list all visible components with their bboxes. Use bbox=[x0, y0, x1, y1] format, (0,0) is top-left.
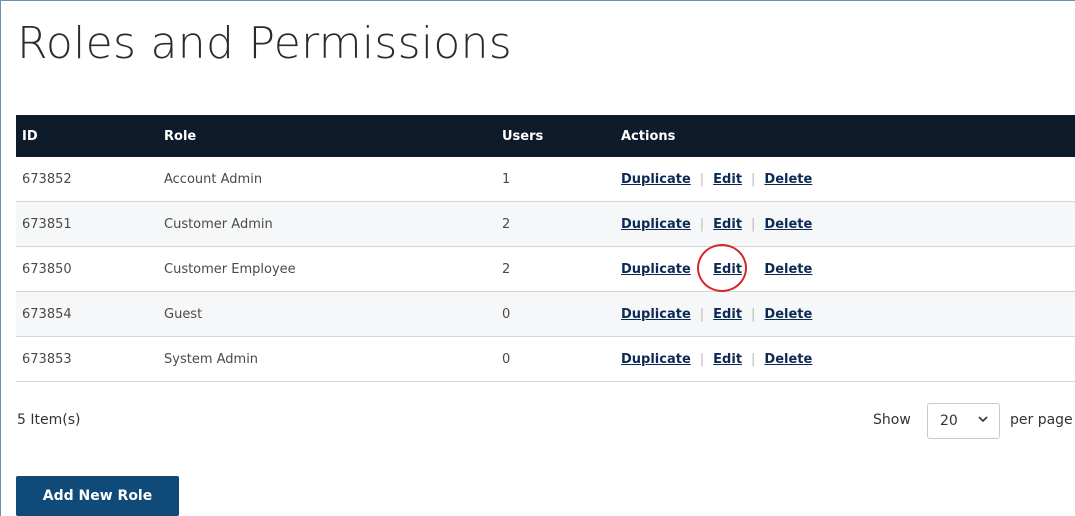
per-page-label: per page bbox=[1010, 412, 1073, 428]
row-id: 673854 bbox=[22, 306, 72, 322]
delete-link[interactable]: Delete bbox=[764, 262, 812, 277]
row-role: Customer Employee bbox=[164, 261, 296, 277]
header-id: ID bbox=[22, 128, 38, 144]
row-actions: Duplicate | Edit | Delete bbox=[621, 217, 812, 232]
row-role: Guest bbox=[164, 306, 203, 322]
edit-link[interactable]: Edit bbox=[713, 217, 742, 232]
delete-link[interactable]: Delete bbox=[764, 172, 812, 187]
header-role: Role bbox=[164, 128, 197, 144]
row-role: System Admin bbox=[164, 351, 259, 367]
row-id: 673851 bbox=[22, 216, 72, 232]
row-users: 0 bbox=[502, 351, 511, 367]
row-id: 673850 bbox=[22, 261, 72, 277]
table-row: 673850 Customer Employee 2 Duplicate | E… bbox=[16, 247, 1075, 292]
row-id: 673853 bbox=[22, 351, 72, 367]
delete-link[interactable]: Delete bbox=[764, 352, 812, 367]
row-id: 673852 bbox=[22, 171, 72, 187]
duplicate-link[interactable]: Duplicate bbox=[621, 262, 691, 277]
duplicate-link[interactable]: Duplicate bbox=[621, 217, 691, 232]
row-users: 0 bbox=[502, 306, 511, 322]
item-count: 5 Item(s) bbox=[17, 412, 81, 428]
edit-link[interactable]: Edit bbox=[713, 307, 742, 322]
edit-link[interactable]: Edit bbox=[713, 172, 742, 187]
action-separator: | bbox=[699, 216, 705, 232]
chevron-down-icon bbox=[978, 416, 988, 423]
per-page-select[interactable]: 20 bbox=[927, 403, 1000, 439]
duplicate-link[interactable]: Duplicate bbox=[621, 172, 691, 187]
duplicate-link[interactable]: Duplicate bbox=[621, 307, 691, 322]
delete-link[interactable]: Delete bbox=[764, 307, 812, 322]
header-users: Users bbox=[502, 128, 544, 144]
edit-link[interactable]: Edit bbox=[713, 262, 742, 277]
show-label: Show bbox=[873, 412, 911, 428]
duplicate-link[interactable]: Duplicate bbox=[621, 352, 691, 367]
table-row: 673854 Guest 0 Duplicate | Edit | Delete bbox=[16, 292, 1075, 337]
row-actions: Duplicate | Edit | Delete bbox=[621, 172, 812, 187]
table-row: 673852 Account Admin 1 Duplicate | Edit … bbox=[16, 157, 1075, 202]
row-actions: Duplicate | Edit | Delete bbox=[621, 352, 812, 367]
action-separator: | bbox=[751, 216, 756, 232]
action-separator: | bbox=[699, 171, 705, 187]
per-page-value: 20 bbox=[940, 413, 958, 429]
row-users: 2 bbox=[502, 216, 511, 232]
action-separator: | bbox=[751, 351, 756, 367]
action-separator: | bbox=[751, 306, 756, 322]
row-role: Account Admin bbox=[164, 171, 263, 187]
add-new-role-button[interactable]: Add New Role bbox=[16, 476, 179, 516]
row-actions: Duplicate | Edit | Delete bbox=[621, 307, 812, 322]
row-actions: Duplicate | Edit | Delete bbox=[621, 262, 812, 277]
action-separator: | bbox=[699, 306, 705, 322]
table-row: 673851 Customer Admin 2 Duplicate | Edit… bbox=[16, 202, 1075, 247]
delete-link[interactable]: Delete bbox=[764, 217, 812, 232]
action-separator: | bbox=[699, 351, 705, 367]
page-title: Roles and Permissions bbox=[17, 18, 513, 69]
table-row: 673853 System Admin 0 Duplicate | Edit |… bbox=[16, 337, 1075, 382]
action-separator: | bbox=[751, 171, 756, 187]
table-header: ID Role Users Actions bbox=[16, 115, 1075, 157]
roles-table: ID Role Users Actions 673852 Account Adm… bbox=[16, 115, 1075, 382]
header-actions: Actions bbox=[621, 128, 676, 144]
edit-link[interactable]: Edit bbox=[713, 352, 742, 367]
row-role: Customer Admin bbox=[164, 216, 273, 232]
row-users: 1 bbox=[502, 171, 511, 187]
row-users: 2 bbox=[502, 261, 511, 277]
